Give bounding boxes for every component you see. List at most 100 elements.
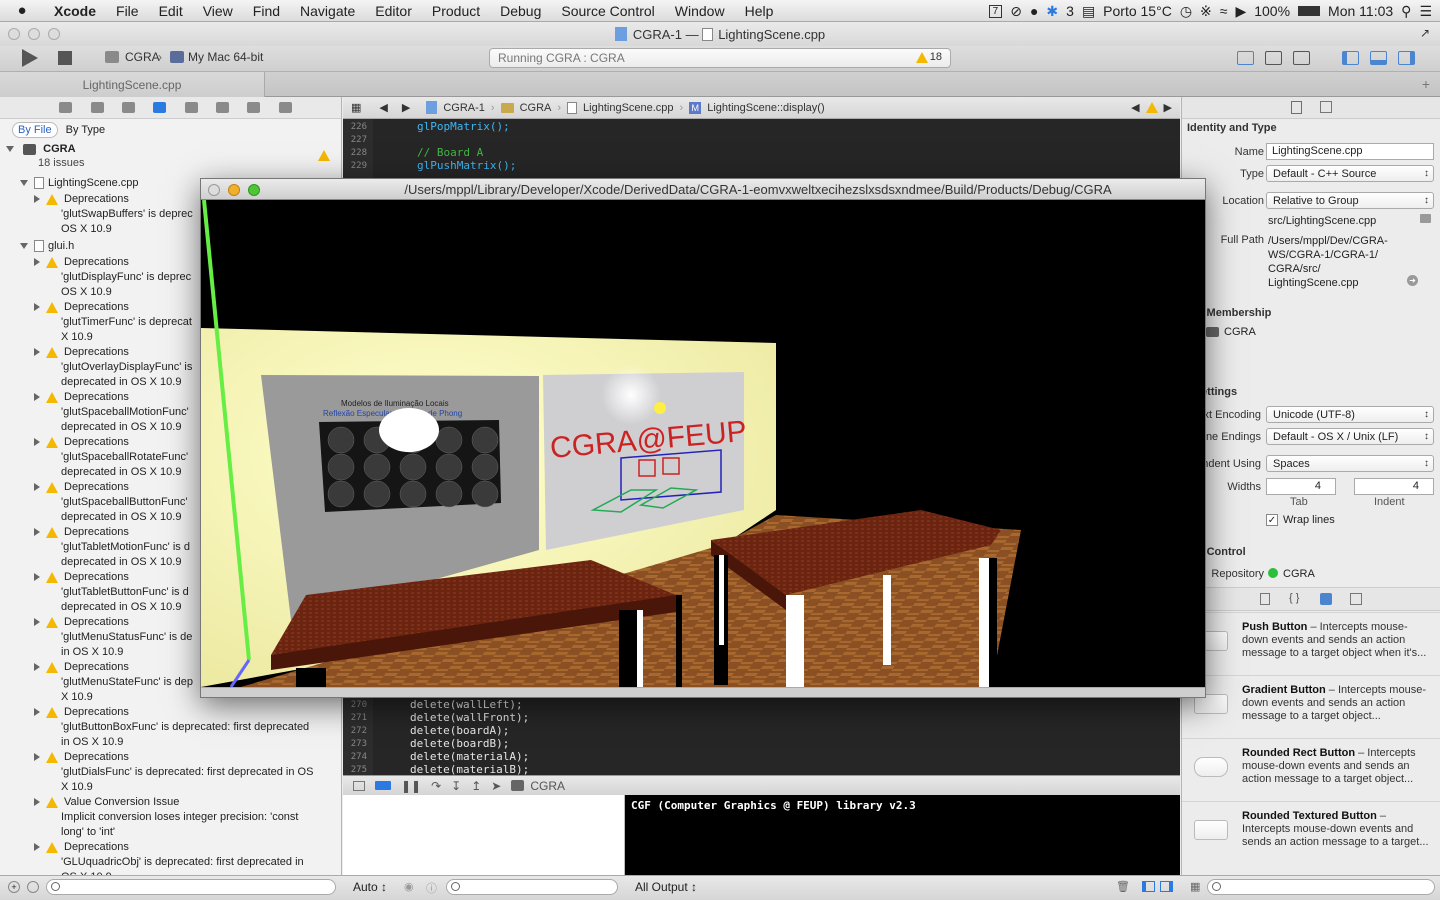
variables-view[interactable]: [343, 795, 625, 875]
log-navigator-icon[interactable]: [278, 102, 292, 113]
assistant-editor-button[interactable]: [1265, 51, 1282, 65]
type-popup[interactable]: Default - C++ Source: [1266, 165, 1434, 182]
disclosure-icon[interactable]: [34, 618, 40, 627]
hide-debug-icon[interactable]: [353, 780, 365, 791]
menu-view[interactable]: View: [193, 3, 243, 19]
variables-filter-field[interactable]: [446, 879, 618, 895]
disclosure-icon[interactable]: [34, 708, 40, 717]
issue-row[interactable]: Deprecations 'glutSpaceballButtonFunc' dep…: [34, 481, 188, 523]
toggle-utilities-button[interactable]: [1398, 51, 1415, 65]
menu-source-control[interactable]: Source Control: [551, 3, 664, 19]
issue-row[interactable]: Deprecations 'glutOverlayDisplayFunc' is d…: [34, 346, 192, 388]
sync-icon[interactable]: ⊘: [1010, 3, 1022, 20]
tab-width-field[interactable]: 4: [1266, 478, 1336, 495]
disclosure-icon[interactable]: [34, 483, 40, 492]
code-line[interactable]: delete(materialA);: [410, 750, 529, 763]
warning-counter[interactable]: 18: [915, 51, 942, 63]
issue-row[interactable]: Deprecations 'glutSpaceballRotateFunc' dep…: [34, 436, 188, 478]
menu-edit[interactable]: Edit: [149, 3, 193, 19]
toggle-navigator-button[interactable]: [1342, 51, 1359, 65]
menu-help[interactable]: Help: [735, 3, 784, 19]
prev-issue-icon[interactable]: ◀: [1131, 101, 1139, 114]
file-templates-icon[interactable]: [1260, 593, 1270, 605]
menu-product[interactable]: Product: [422, 3, 490, 19]
debug-target[interactable]: CGRA: [530, 779, 565, 793]
chat-icon[interactable]: ●: [1030, 3, 1038, 19]
jump-file[interactable]: LightingScene.cpp: [583, 102, 674, 114]
code-line[interactable]: delete(wallLeft);: [410, 698, 523, 711]
menu-find[interactable]: Find: [243, 3, 290, 19]
code-line[interactable]: delete(wallFront);: [410, 711, 529, 724]
disclosure-icon[interactable]: [6, 146, 14, 153]
auto-variables-selector[interactable]: Auto ↕: [353, 880, 387, 894]
menu-file[interactable]: File: [106, 3, 149, 19]
breakpoints-toggle-icon[interactable]: [375, 781, 391, 790]
related-items-icon[interactable]: ▦: [351, 101, 361, 114]
notifications-icon[interactable]: ☰: [1419, 3, 1432, 20]
output-selector[interactable]: All Output ↕: [635, 880, 697, 894]
issue-row[interactable]: Value Conversion Issue Implicit conversio…: [34, 796, 298, 838]
apple-menu-icon[interactable]: ●: [0, 2, 44, 19]
fullscreen-icon[interactable]: ↗: [1420, 26, 1430, 40]
disclosure-icon[interactable]: [34, 438, 40, 447]
cgra-app-window[interactable]: /Users/mppl/Library/Developer/Xcode/Deri…: [200, 178, 1206, 698]
disclosure-icon[interactable]: [34, 303, 40, 312]
code-line[interactable]: // Board A: [417, 146, 483, 159]
disclosure-icon[interactable]: [34, 753, 40, 762]
bluetooth-icon[interactable]: ※: [1200, 3, 1212, 20]
menu-editor[interactable]: Editor: [365, 3, 422, 19]
wrap-lines-checkbox[interactable]: ✓: [1266, 514, 1278, 526]
code-line[interactable]: delete(boardB);: [410, 737, 509, 750]
line-endings-popup[interactable]: Default - OS X / Unix (LF): [1266, 428, 1434, 445]
wifi-icon[interactable]: ≈: [1220, 3, 1228, 19]
menu-app[interactable]: Xcode: [44, 3, 106, 19]
destination-selector[interactable]: My Mac 64-bit: [188, 50, 263, 64]
filter-by-file[interactable]: By File: [12, 122, 58, 138]
disclosure-icon[interactable]: [34, 258, 40, 267]
disclosure-icon[interactable]: [34, 573, 40, 582]
cgra-minimize-button[interactable]: [228, 184, 240, 196]
step-in-icon[interactable]: ↧: [451, 779, 461, 793]
issue-row[interactable]: Deprecations 'glutSpaceballMotionFunc' dep…: [34, 391, 189, 433]
menu-debug[interactable]: Debug: [490, 3, 551, 19]
test-navigator-icon[interactable]: [184, 102, 198, 113]
quick-help-icon[interactable]: [1320, 101, 1332, 113]
trash-icon[interactable]: 🗑: [1116, 880, 1130, 893]
cgra-close-button[interactable]: [208, 184, 220, 196]
issue-row[interactable]: Deprecations 'glutTimerFunc' is deprecat X…: [34, 301, 192, 343]
zoom-button[interactable]: [48, 28, 60, 40]
battery-text[interactable]: 100%: [1254, 3, 1290, 19]
membership-target[interactable]: CGRA: [1224, 326, 1256, 338]
encoding-popup[interactable]: Unicode (UTF-8): [1266, 406, 1434, 423]
jump-group[interactable]: CGRA: [520, 102, 552, 114]
step-over-icon[interactable]: ↷: [431, 779, 441, 793]
file-inspector-icon[interactable]: [1291, 101, 1302, 114]
symbol-navigator-icon[interactable]: [90, 102, 104, 113]
grid-icon[interactable]: ▦: [1190, 880, 1200, 893]
pause-icon[interactable]: ❚❚: [401, 779, 421, 793]
eye-icon[interactable]: ◉: [404, 880, 414, 893]
menu-navigate[interactable]: Navigate: [290, 3, 365, 19]
clock-text[interactable]: Mon 11:03: [1328, 3, 1393, 19]
new-tab-button[interactable]: +: [1422, 76, 1430, 92]
project-row[interactable]: CGRA: [6, 143, 76, 155]
library-item[interactable]: Gradient Button – Intercepts mouse-down …: [1182, 675, 1440, 735]
location-icon[interactable]: ➤: [491, 779, 501, 793]
issue-row[interactable]: Deprecations 'glutButtonBoxFunc' is depre…: [34, 706, 309, 748]
library-item[interactable]: Rounded Rect Button – Intercepts mouse-d…: [1182, 738, 1440, 798]
jump-symbol[interactable]: LightingScene::display(): [707, 102, 824, 114]
issue-row[interactable]: Deprecations 'glutTabletButtonFunc' is d d…: [34, 571, 189, 613]
reveal-in-finder-icon[interactable]: ➜: [1407, 275, 1418, 286]
next-issue-icon[interactable]: ▶: [1164, 101, 1172, 114]
name-field[interactable]: LightingScene.cpp: [1266, 143, 1434, 160]
library-item[interactable]: Push Button – Intercepts mouse-down even…: [1182, 612, 1440, 672]
debug-navigator-icon[interactable]: [216, 102, 230, 113]
menu-window[interactable]: Window: [665, 3, 735, 19]
search-icon[interactable]: ⚲: [1401, 3, 1411, 20]
navigator-filter-field[interactable]: [46, 879, 336, 895]
jump-project[interactable]: CGRA-1: [443, 102, 485, 114]
code-line[interactable]: delete(boardA);: [410, 724, 509, 737]
filter-by-type[interactable]: By Type: [66, 124, 106, 136]
toggle-debug-button[interactable]: [1370, 51, 1387, 65]
library-filter-field[interactable]: [1207, 879, 1435, 895]
